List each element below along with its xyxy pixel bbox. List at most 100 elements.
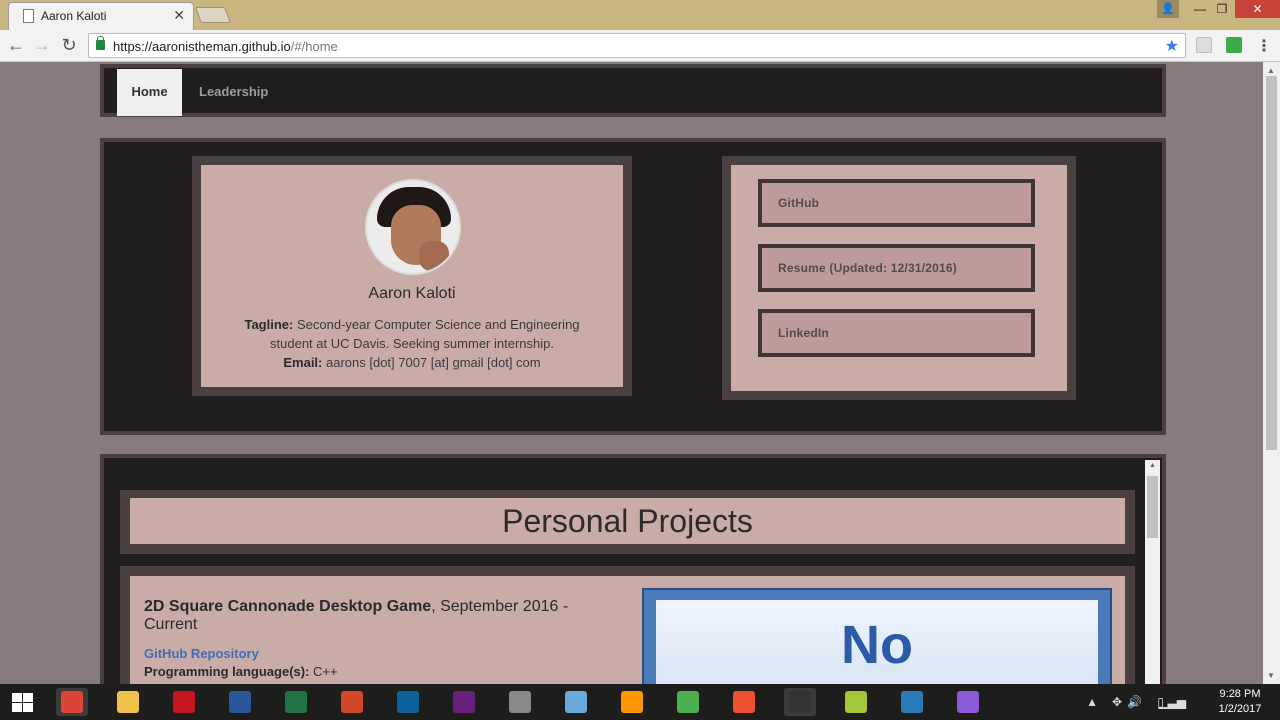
taskbar-app-paint[interactable]	[952, 688, 984, 716]
project-inner: 2D Square Cannonade Desktop Game, Septem…	[130, 576, 1125, 684]
extension-icon[interactable]	[1196, 37, 1212, 53]
browser-titlebar: Aaron Kaloti ✕ 👤 — ❐ ✕	[0, 0, 1280, 30]
project-card: 2D Square Cannonade Desktop Game, Septem…	[120, 566, 1135, 684]
terminal-icon	[789, 691, 811, 713]
volume-icon[interactable]: 🔊	[1127, 695, 1142, 709]
taskbar-app-git[interactable]	[728, 688, 760, 716]
network-share-icon[interactable]: ✥	[1112, 695, 1122, 709]
tab-title: Aaron Kaloti	[41, 9, 107, 23]
project-screenshot-text: No	[841, 615, 913, 675]
url-path: /#/home	[290, 39, 338, 54]
sql-app-icon	[901, 691, 923, 713]
project-screenshot-inner: No	[656, 600, 1098, 684]
taskbar: ▲ ✥ 🔊 ▯ ▁▃▅ 9:28 PM 1/2/2017	[0, 684, 1280, 720]
taskbar-app-snipping-tool[interactable]	[504, 688, 536, 716]
snipping-tool-icon	[509, 691, 531, 713]
project-title: 2D Square Cannonade Desktop Game, Septem…	[144, 598, 614, 634]
taskbar-app-powerpoint[interactable]	[336, 688, 368, 716]
links-card: GitHub Resume (Updated: 12/31/2016) Link…	[722, 156, 1076, 400]
clock-time[interactable]: 9:28 PM	[1210, 688, 1270, 700]
nav-item-home[interactable]: Home	[117, 69, 182, 116]
chrome-icon	[61, 691, 83, 713]
scroll-up-icon[interactable]: ▲	[1267, 66, 1275, 75]
reload-icon[interactable]: ↻	[58, 34, 80, 56]
clock-date[interactable]: 1/2/2017	[1210, 703, 1270, 715]
tagline-text: Second-year Computer Science and Enginee…	[270, 317, 580, 351]
scroll-down-icon[interactable]: ▼	[1267, 671, 1275, 680]
wifi-icon[interactable]: ▁▃▅	[1158, 695, 1186, 709]
restore-icon[interactable]: ❐	[1208, 0, 1236, 18]
chevron-up-icon[interactable]: ▲	[1086, 695, 1098, 709]
taskbar-app-sql-app[interactable]	[896, 688, 928, 716]
scroll-thumb[interactable]	[1147, 476, 1158, 538]
avatar	[365, 179, 461, 275]
inner-scrollbar[interactable]: ▲	[1145, 460, 1160, 684]
github-repository-link[interactable]: GitHub Repository	[144, 646, 259, 661]
forward-icon[interactable]: →	[31, 34, 53, 56]
visual-studio-icon	[453, 691, 475, 713]
page-icon	[23, 9, 34, 23]
language-label: Programming language(s):	[144, 664, 310, 679]
excel-icon	[285, 691, 307, 713]
android-studio-icon	[845, 691, 867, 713]
taskbar-app-visual-studio[interactable]	[448, 688, 480, 716]
avatar-hand	[419, 241, 449, 271]
project-screenshot: No	[642, 588, 1112, 684]
project-name: 2D Square Cannonade Desktop Game	[144, 598, 432, 615]
taskbar-app-excel[interactable]	[280, 688, 312, 716]
taskbar-app-sublime[interactable]	[616, 688, 648, 716]
lock-icon	[96, 36, 105, 50]
back-icon[interactable]: ←	[5, 34, 27, 56]
project-language: Programming language(s): C++	[144, 664, 338, 679]
browser-toolbar: ← → ↻ https://aaronistheman.github.io/#/…	[0, 30, 1280, 62]
git-icon	[733, 691, 755, 713]
taskbar-app-terminal[interactable]	[784, 688, 816, 716]
nav-item-leadership[interactable]: Leadership	[199, 69, 268, 116]
page-scrollbar[interactable]: ▲ ▼	[1263, 62, 1280, 684]
word-icon	[229, 691, 251, 713]
projects-section: Personal Projects 2D Square Cannonade De…	[100, 454, 1166, 684]
resume-link[interactable]: Resume (Updated: 12/31/2016)	[758, 244, 1035, 292]
windows-start-icon[interactable]	[12, 693, 34, 713]
taskbar-app-chrome[interactable]	[56, 688, 88, 716]
extension-icon[interactable]	[1226, 37, 1242, 53]
address-bar[interactable]: https://aaronistheman.github.io/#/home ★	[88, 33, 1186, 58]
file-explorer-icon	[117, 691, 139, 713]
profile-section: Aaron Kaloti Tagline: Second-year Comput…	[100, 138, 1166, 435]
powerpoint-icon	[341, 691, 363, 713]
email-label: Email:	[283, 355, 323, 370]
page-viewport: Home Leadership Aaron Kaloti Tagline: Se…	[0, 62, 1263, 684]
new-tab-button[interactable]	[195, 7, 231, 23]
linkedin-link[interactable]: LinkedIn	[758, 309, 1035, 357]
taskbar-app-notepad[interactable]	[560, 688, 592, 716]
profile-info: Tagline: Second-year Computer Science an…	[231, 315, 593, 372]
sublime-icon	[621, 691, 643, 713]
profile-card: Aaron Kaloti Tagline: Second-year Comput…	[192, 156, 632, 396]
user-profile-icon[interactable]: 👤	[1157, 0, 1179, 18]
taskbar-app-word[interactable]	[224, 688, 256, 716]
scroll-thumb[interactable]	[1266, 76, 1277, 450]
paint-icon	[957, 691, 979, 713]
chart-app-icon	[677, 691, 699, 713]
taskbar-app-chart-app[interactable]	[672, 688, 704, 716]
menu-icon[interactable]: ⋮	[1256, 36, 1272, 56]
taskbar-app-file-explorer[interactable]	[112, 688, 144, 716]
section-title-box: Personal Projects	[120, 490, 1135, 554]
taskbar-app-android-studio[interactable]	[840, 688, 872, 716]
close-tab-icon[interactable]: ✕	[173, 7, 185, 24]
scroll-up-icon[interactable]: ▲	[1149, 462, 1156, 469]
acrobat-icon	[173, 691, 195, 713]
notepad-icon	[565, 691, 587, 713]
site-nav: Home Leadership	[100, 64, 1166, 117]
github-link[interactable]: GitHub	[758, 179, 1035, 227]
browser-tab[interactable]: Aaron Kaloti ✕	[8, 2, 194, 30]
url-host: https://aaronistheman.github.io	[113, 39, 291, 54]
bookmark-star-icon[interactable]: ★	[1165, 36, 1179, 56]
url-text: https://aaronistheman.github.io/#/home	[113, 39, 338, 54]
language-value: C++	[313, 664, 338, 679]
tagline-label: Tagline:	[244, 317, 294, 332]
taskbar-app-vscode[interactable]	[392, 688, 424, 716]
section-title: Personal Projects	[130, 498, 1125, 544]
taskbar-app-acrobat[interactable]	[168, 688, 200, 716]
close-window-icon[interactable]: ✕	[1235, 0, 1280, 18]
